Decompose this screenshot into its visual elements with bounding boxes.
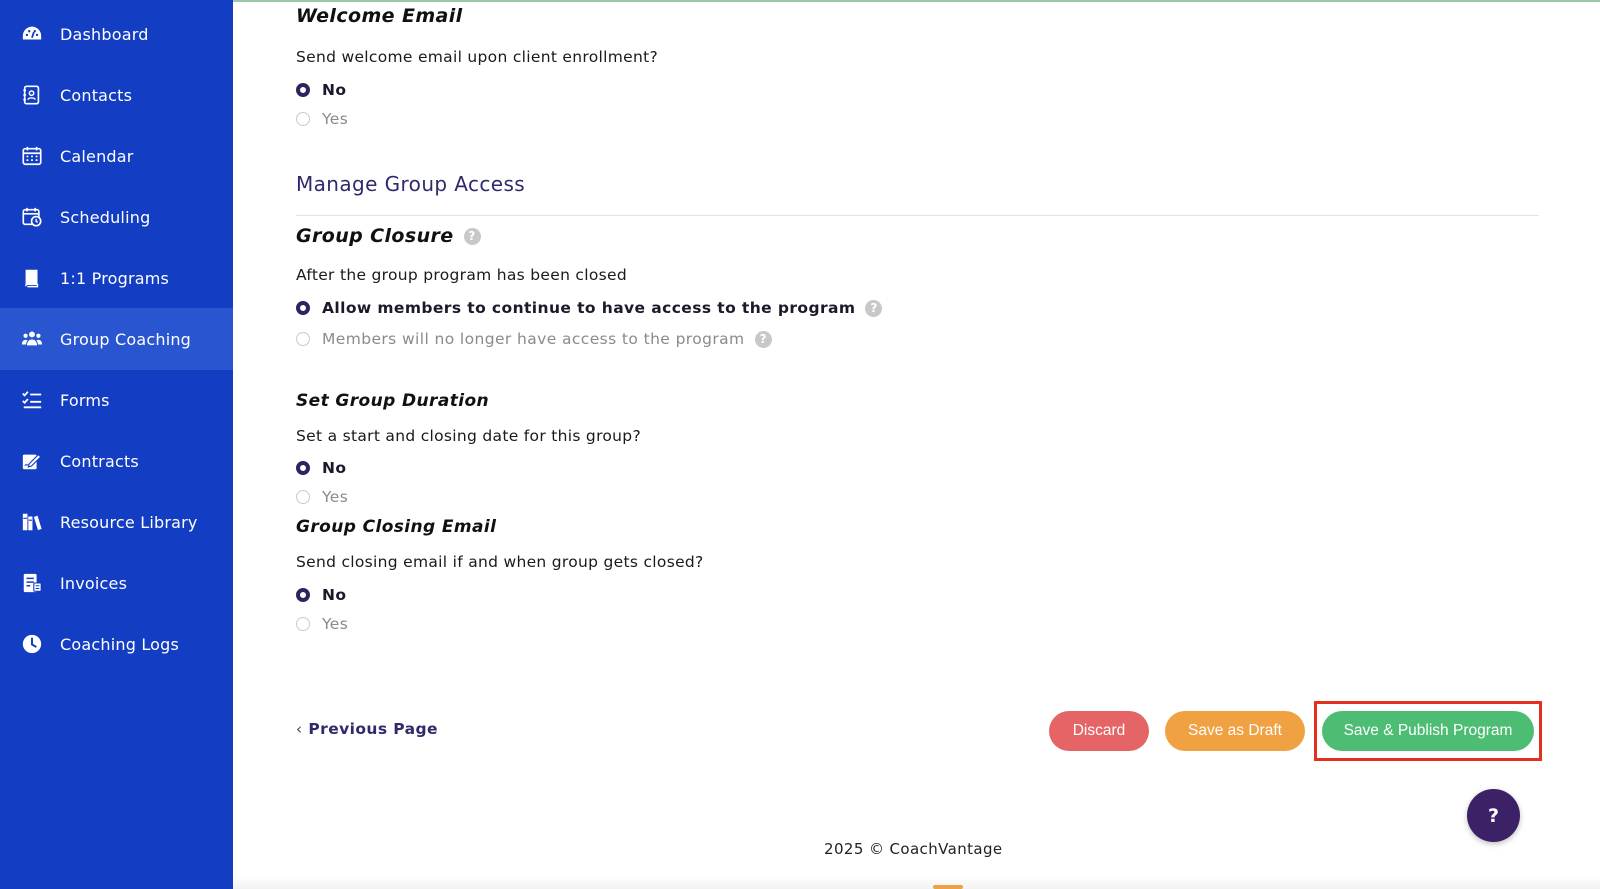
previous-page-label: Previous Page: [308, 720, 438, 738]
manage-group-access-header: Manage Group Access: [296, 172, 526, 196]
radio-label: Members will no longer have access to th…: [322, 330, 745, 348]
radio-button-checked[interactable]: [296, 83, 310, 97]
dashboard-gauge-icon: [21, 23, 43, 45]
sidebar-item-label: 1:1 Programs: [60, 268, 170, 288]
help-chat-button[interactable]: ?: [1467, 789, 1520, 842]
save-as-draft-button[interactable]: Save as Draft: [1165, 711, 1305, 751]
books-icon: [21, 511, 43, 533]
radio-button[interactable]: [296, 112, 310, 126]
closing-email-title: Group Closing Email: [296, 517, 497, 537]
sidebar-item-scheduling[interactable]: Scheduling: [0, 186, 233, 248]
sidebar-item-label: Contacts: [60, 85, 133, 105]
welcome-email-option-yes[interactable]: Yes: [296, 110, 348, 128]
calendar-clock-icon: [21, 206, 43, 228]
sidebar-item-label: Group Coaching: [60, 329, 192, 349]
radio-button-checked[interactable]: [296, 461, 310, 475]
group-duration-title: Set Group Duration: [296, 391, 490, 411]
save-publish-program-button[interactable]: Save & Publish Program: [1322, 711, 1534, 751]
closing-email-question: Send closing email if and when group get…: [296, 553, 704, 571]
group-duration-question: Set a start and closing date for this gr…: [296, 427, 641, 445]
checklist-icon: [21, 389, 43, 411]
radio-label: No: [322, 586, 347, 604]
sidebar-item-label: Contracts: [60, 451, 139, 471]
radio-label: Yes: [322, 615, 349, 633]
section-divider: [296, 215, 1539, 216]
welcome-email-title: Welcome Email: [296, 5, 463, 27]
radio-button-checked[interactable]: [296, 301, 310, 315]
previous-page-link[interactable]: ‹ Previous Page: [296, 720, 438, 738]
help-question-icon[interactable]: ?: [463, 227, 481, 245]
sidebar-item-forms[interactable]: Forms: [0, 369, 233, 431]
sidebar-item-calendar[interactable]: Calendar: [0, 125, 233, 187]
radio-label: Yes: [322, 488, 349, 506]
sidebar-item-label: Invoices: [60, 573, 128, 593]
group-closure-option-revoke[interactable]: Members will no longer have access to th…: [296, 330, 772, 348]
sidebar-item-invoices[interactable]: Invoices: [0, 552, 233, 614]
radio-label: Yes: [322, 110, 349, 128]
radio-button[interactable]: [296, 490, 310, 504]
radio-label: No: [322, 81, 347, 99]
group-closure-title-row: Group Closure ?: [296, 225, 481, 247]
sidebar-item-group-coaching[interactable]: Group Coaching: [0, 308, 233, 370]
book-icon: [21, 267, 43, 289]
radio-button[interactable]: [296, 332, 310, 346]
closing-email-option-yes[interactable]: Yes: [296, 615, 348, 633]
sidebar-item-label: Dashboard: [60, 24, 149, 44]
sidebar-item-label: Scheduling: [60, 207, 151, 227]
radio-button-checked[interactable]: [296, 588, 310, 602]
radio-button[interactable]: [296, 617, 310, 631]
sidebar-item-dashboard[interactable]: Dashboard: [0, 3, 233, 65]
users-group-icon: [21, 328, 43, 350]
group-closure-question: After the group program has been closed: [296, 266, 627, 284]
help-question-icon[interactable]: ?: [754, 330, 772, 348]
main-content: Welcome Email Send welcome email upon cl…: [233, 0, 1600, 889]
calendar-icon: [21, 145, 43, 167]
sidebar-item-label: Resource Library: [60, 512, 198, 532]
discard-button[interactable]: Discard: [1049, 711, 1149, 751]
clock-icon: [21, 633, 43, 655]
bottom-indicator: [933, 885, 963, 889]
closing-email-option-no[interactable]: No: [296, 586, 346, 604]
invoice-icon: [21, 572, 43, 594]
group-closure-option-allow[interactable]: Allow members to continue to have access…: [296, 299, 883, 317]
sidebar-item-contacts[interactable]: Contacts: [0, 64, 233, 126]
radio-label: No: [322, 459, 347, 477]
sidebar-item-label: Forms: [60, 390, 110, 410]
sidebar-item-label: Coaching Logs: [60, 634, 180, 654]
welcome-email-option-no[interactable]: No: [296, 81, 346, 99]
radio-label: Allow members to continue to have access…: [322, 299, 856, 317]
group-duration-option-no[interactable]: No: [296, 459, 346, 477]
signature-icon: [21, 450, 43, 472]
sidebar-item-programs[interactable]: 1:1 Programs: [0, 247, 233, 309]
chevron-left-icon: ‹: [296, 720, 303, 738]
sidebar-item-contracts[interactable]: Contracts: [0, 430, 233, 492]
sidebar-item-resource-library[interactable]: Resource Library: [0, 491, 233, 553]
help-question-icon[interactable]: ?: [865, 299, 883, 317]
welcome-email-question: Send welcome email upon client enrollmen…: [296, 48, 658, 66]
group-closure-title: Group Closure: [296, 225, 454, 247]
group-duration-option-yes[interactable]: Yes: [296, 488, 348, 506]
sidebar-item-label: Calendar: [60, 146, 134, 166]
footer-copyright: 2025 © CoachVantage: [824, 840, 1003, 858]
contacts-book-icon: [21, 84, 43, 106]
bottom-shadow: [233, 876, 1600, 889]
sidebar-nav: Dashboard Contacts Calendar Scheduling 1…: [0, 0, 233, 889]
sidebar-item-coaching-logs[interactable]: Coaching Logs: [0, 613, 233, 675]
